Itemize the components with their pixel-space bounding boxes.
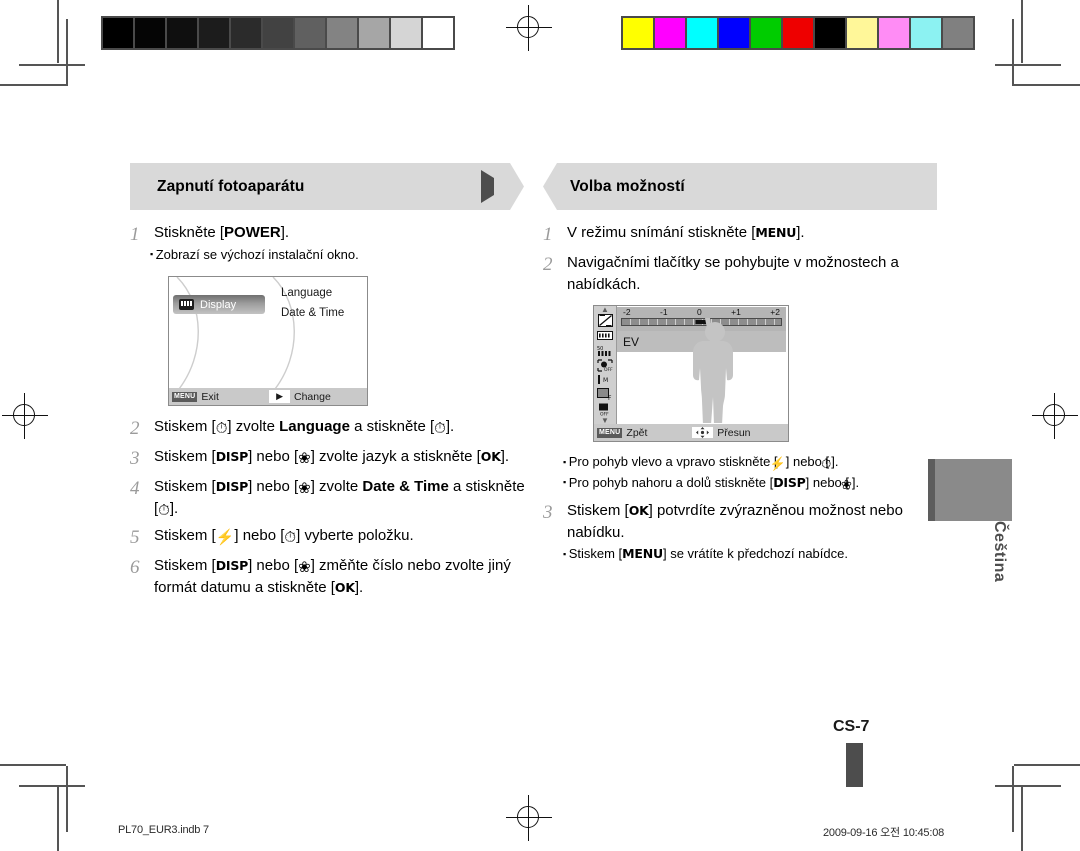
step-number: 3: [130, 448, 140, 469]
footer-filename: PL70_EUR3.indb 7: [118, 824, 209, 836]
section-title-left: Zapnutí fotoaparátu: [157, 177, 305, 195]
ev-tick-labels: -2 -1 0 +1 +2: [617, 307, 786, 317]
menu-button-chip: MENU: [597, 427, 623, 438]
focus-area-icon[interactable]: M: [597, 374, 613, 387]
ev-label: EV: [623, 334, 640, 349]
step-number: 1: [130, 224, 140, 245]
step-number: 2: [543, 254, 553, 275]
play-right-icon: ▶: [269, 390, 290, 403]
step-text: Stiskem [⚡] nebo [⏱] vyberte položku.: [154, 527, 414, 546]
page-content: Zapnutí fotoaparátu 1 Stiskněte [POWER].…: [0, 0, 1080, 851]
flash-off-icon[interactable]: OFF: [597, 403, 613, 416]
step-note: Pro pohyb nahoru a dolů stiskněte [DISP]…: [567, 473, 938, 493]
step-item: 4 Stiskem [DISP] nebo [❀] zvolte Date & …: [130, 476, 525, 519]
step-text: Stiskem [⏱] zvolte Language a stiskněte …: [154, 418, 455, 437]
step-number: 3: [543, 502, 553, 523]
navigation-pad-icon: [692, 427, 714, 438]
ev-tick: -1: [659, 307, 668, 317]
svg-text:OFF: OFF: [604, 367, 613, 372]
step-text: Stiskněte [POWER].: [154, 224, 290, 241]
svg-text:M: M: [603, 377, 608, 384]
step-text: Stiskem [DISP] nebo [❀] změňte číslo neb…: [154, 557, 511, 596]
steps-list-left: 1 Stiskněte [POWER]. Zobrazí se výchozí …: [130, 222, 525, 598]
page-edge-marker: [846, 743, 863, 787]
ev-tick: -2: [623, 307, 631, 317]
step-item: 2 Stiskem [⏱] zvolte Language a stisknět…: [130, 416, 525, 440]
step-number: 4: [130, 478, 140, 499]
step-number: 6: [130, 557, 140, 578]
language-tab-label: Čeština: [991, 521, 1008, 583]
iso-icon[interactable]: [597, 329, 613, 342]
lcd-bottom-bar-right: MENU Zpět Přesun: [594, 424, 788, 441]
ev-tick: 0: [696, 307, 702, 317]
lcd-move-label: Přesun: [717, 426, 751, 439]
step-text: Stiskem [DISP] nebo [❀] zvolte Date & Ti…: [154, 478, 525, 519]
triangle-right-icon: [481, 169, 494, 203]
section-header-left: Zapnutí fotoaparátu: [130, 163, 524, 210]
lcd-option-date-time[interactable]: Date & Time: [281, 307, 344, 319]
footer-timestamp: 2009-09-16 오전 10:45:08: [823, 827, 945, 839]
step-number: 1: [543, 224, 553, 245]
menu-button-chip: MENU: [172, 391, 198, 402]
image-quality-f-icon[interactable]: F: [597, 388, 613, 401]
step-note: Zobrazí se výchozí instalační okno.: [154, 245, 525, 265]
face-detection-off-icon[interactable]: OFF: [597, 358, 613, 372]
ev-tick: +1: [731, 307, 741, 317]
section-title-right: Volba možností: [570, 177, 685, 195]
svg-text:F: F: [608, 395, 612, 401]
page-number: CS-7: [833, 718, 870, 735]
section-header-right: Volba možností: [543, 163, 937, 210]
lcd-change-label: Change: [294, 390, 331, 403]
lcd-option-language[interactable]: Language: [281, 287, 332, 299]
white-balance-icon[interactable]: 50: [597, 344, 613, 357]
step-text: Stiskem [DISP] nebo [❀] zvolte jazyk a s…: [154, 448, 510, 467]
exposure-value-icon[interactable]: [597, 314, 613, 327]
display-icon: [179, 299, 194, 310]
step-item: 6 Stiskem [DISP] nebo [❀] změňte číslo n…: [130, 555, 525, 598]
ev-tick: +2: [770, 307, 780, 317]
step-item: 1 Stiskněte [POWER]. Zobrazí se výchozí …: [130, 222, 525, 264]
step-item: 1 V režimu snímání stiskněte [MENU].: [543, 222, 938, 246]
section-power-on: Zapnutí fotoaparátu 1 Stiskněte [POWER].…: [130, 163, 525, 604]
step-text: Navigačními tlačítky se pohybujte v možn…: [567, 254, 899, 293]
lcd-exit-label: Exit: [201, 390, 219, 403]
step-text: Stiskem [OK] potvrdíte zvýrazněnou možno…: [567, 502, 903, 541]
camera-lcd-illustration-left: Display Language Date & Time MENU Exit ▶…: [168, 276, 368, 406]
chevron-down-icon[interactable]: ▼: [601, 417, 609, 425]
section-select-options: Volba možností 1 V režimu snímání stiskn…: [543, 163, 938, 570]
steps-list-right: 1 V režimu snímání stiskněte [MENU]. 2 N…: [543, 222, 938, 564]
lcd-back-label: Zpět: [626, 426, 648, 439]
step-number: 5: [130, 527, 140, 548]
lcd-menu-rail: ▲ 50 OFF M F OFF ▼: [594, 306, 617, 425]
chevron-up-icon[interactable]: ▲: [601, 306, 609, 314]
step-item: 5 Stiskem [⚡] nebo [⏱] vyberte položku.: [130, 525, 525, 549]
step-text: V režimu snímání stiskněte [MENU].: [567, 224, 805, 241]
step-notes-block: Pro pohyb vlevo a vpravo stiskněte [⚡] n…: [567, 452, 938, 492]
lcd-bottom-bar-left: MENU Exit ▶ Change: [169, 388, 367, 405]
lcd-highlighted-label: Display: [200, 298, 237, 311]
step-item: 2 Navigačními tlačítky se pohybujte v mo…: [543, 252, 938, 295]
step-item: 3 Stiskem [OK] potvrdíte zvýrazněnou mož…: [543, 500, 938, 564]
step-note: Stiskem [MENU] se vrátíte k předchozí na…: [567, 544, 938, 564]
camera-lcd-illustration-right: ▲ 50 OFF M F OFF ▼ -2 -1 0 +1 +2 EV MENU…: [593, 305, 789, 442]
step-item: 3 Stiskem [DISP] nebo [❀] zvolte jazyk a…: [130, 446, 525, 470]
step-note: Pro pohyb vlevo a vpravo stiskněte [⚡] n…: [567, 452, 938, 472]
step-number: 2: [130, 418, 140, 439]
language-thumb-tab: [928, 459, 1012, 521]
lcd-person-silhouette: [693, 318, 733, 423]
lcd-highlighted-menu-item[interactable]: Display: [173, 295, 265, 314]
